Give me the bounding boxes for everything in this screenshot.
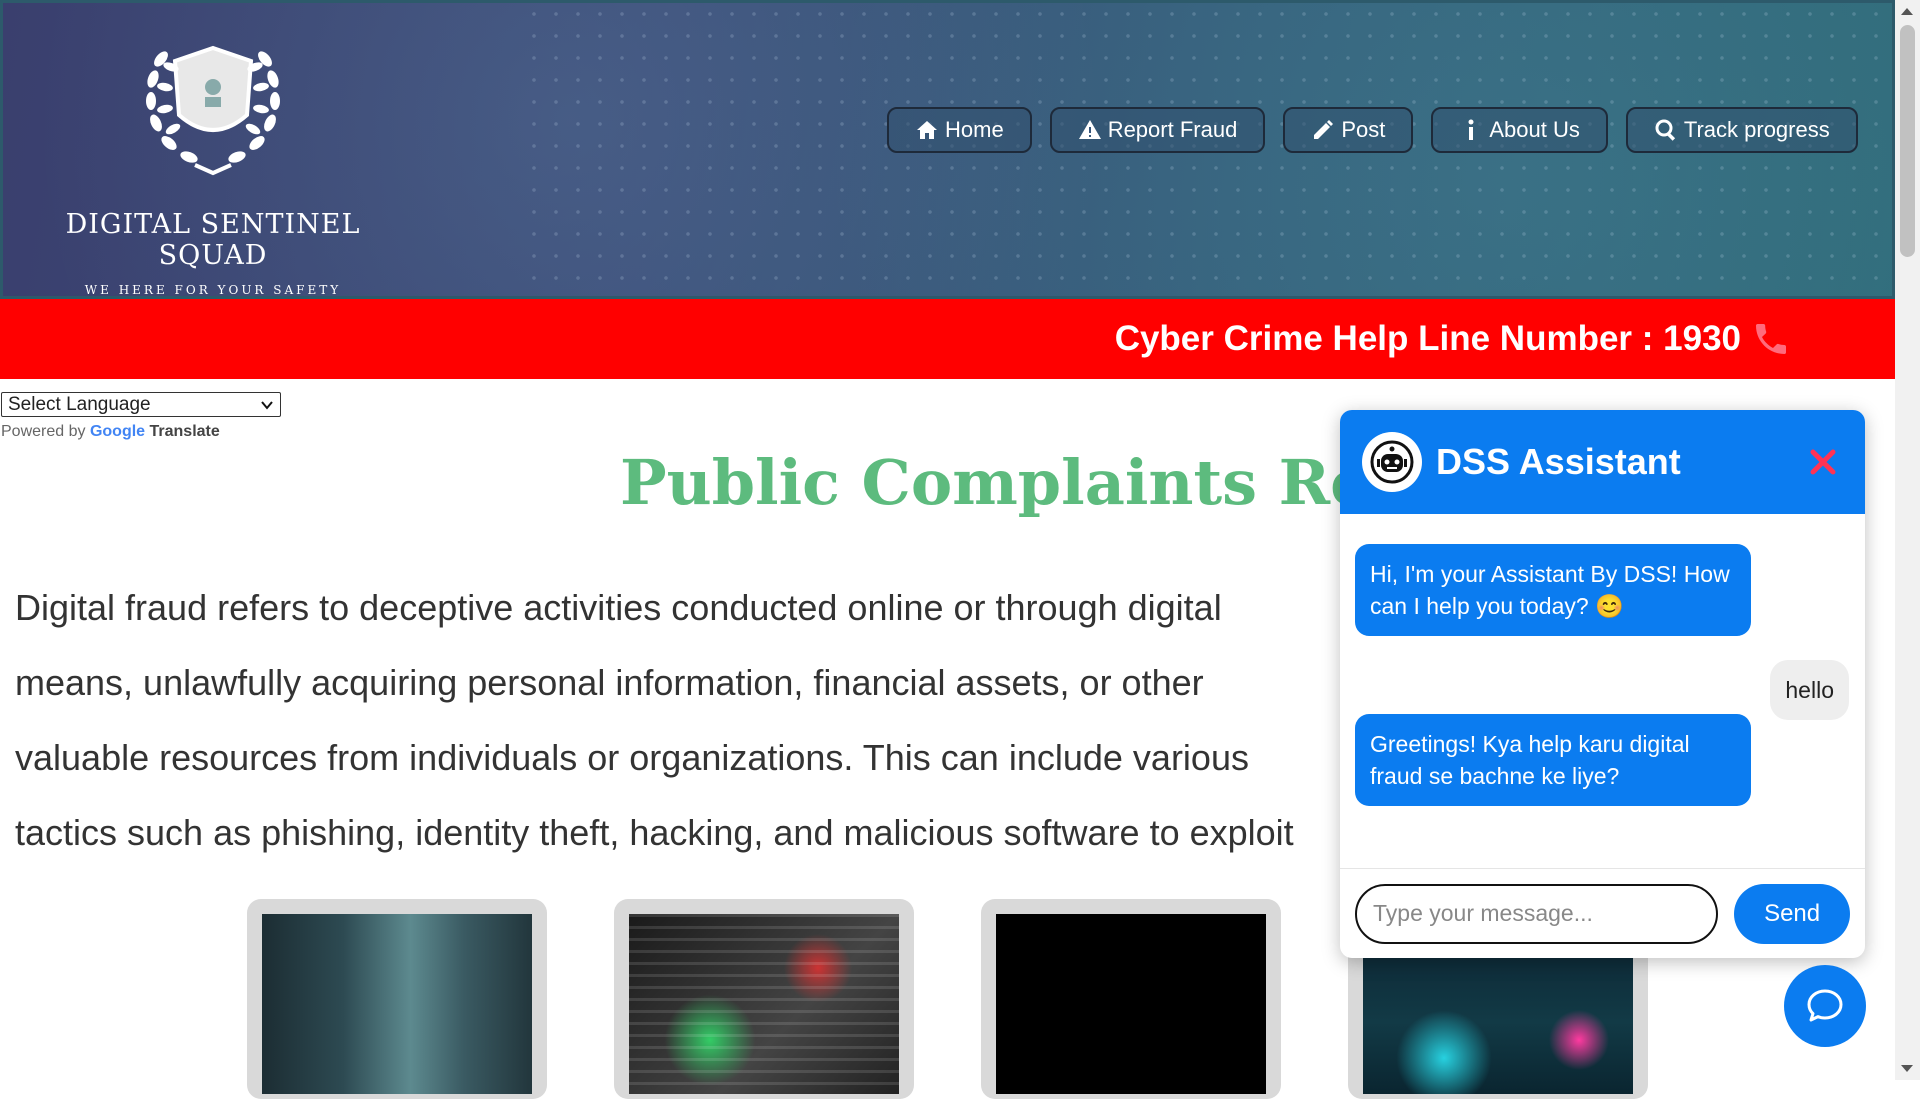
bot-message: Hi, I'm your Assistant By DSS! How can I… <box>1355 544 1751 636</box>
site-header: DIGITAL SENTINEL SQUAD WE HERE FOR YOUR … <box>0 0 1895 299</box>
brand-tagline: WE HERE FOR YOUR SAFETY <box>84 283 342 297</box>
chat-composer: Send <box>1340 868 1865 958</box>
nav-track-progress-button[interactable]: Track progress <box>1625 107 1858 153</box>
scroll-up-icon[interactable] <box>1901 8 1913 15</box>
warning-icon <box>1078 120 1101 139</box>
chat-messages: Hi, I'm your Assistant By DSS! How can I… <box>1340 514 1865 868</box>
translate-text: Translate <box>149 423 220 440</box>
powered-by-text: Powered by <box>1 423 86 440</box>
image-card[interactable] <box>614 899 914 1099</box>
nav-post-button[interactable]: Post <box>1283 107 1414 153</box>
main-nav: Home Report Fraud Post About Us Track pr… <box>887 107 1858 153</box>
nav-about-us-label: About Us <box>1489 117 1580 142</box>
helpline-banner: Cyber Crime Help Line Number : 1930 <box>0 299 1895 379</box>
search-icon <box>1655 119 1675 141</box>
robot-avatar-icon <box>1362 432 1422 492</box>
chat-header: DSS Assistant <box>1340 410 1865 514</box>
language-select[interactable]: Select Language <box>1 392 281 417</box>
language-select-value: Select Language <box>8 393 151 415</box>
brand-name: DIGITAL SENTINEL SQUAD <box>65 209 361 271</box>
laurel-shield-icon <box>146 45 280 176</box>
chat-message-input[interactable] <box>1355 883 1719 944</box>
card-image <box>996 914 1266 1094</box>
nav-track-progress-label: Track progress <box>1683 117 1830 142</box>
powered-by-google-translate: Powered by Google Translate <box>1 423 220 441</box>
card-image <box>262 914 532 1094</box>
nav-report-fraud-button[interactable]: Report Fraud <box>1049 107 1266 153</box>
chat-bubble-icon <box>1807 989 1843 1022</box>
image-card[interactable] <box>981 899 1281 1099</box>
home-icon <box>917 121 937 139</box>
info-icon <box>1468 119 1474 140</box>
nav-home-label: Home <box>945 117 1004 142</box>
phone-icon <box>1756 324 1786 354</box>
scroll-down-icon[interactable] <box>1901 1065 1913 1072</box>
image-card[interactable] <box>247 899 547 1099</box>
google-logo-text[interactable]: Google <box>90 423 145 440</box>
nav-post-label: Post <box>1341 117 1386 142</box>
nav-home-button[interactable]: Home <box>887 107 1032 153</box>
user-message: hello <box>1770 660 1849 720</box>
bot-message: Greetings! Kya help karu digital fraud s… <box>1355 714 1751 806</box>
chat-toggle-button[interactable] <box>1784 965 1866 1047</box>
chevron-down-icon <box>261 400 273 410</box>
intro-paragraph: Digital fraud refers to deceptive activi… <box>15 587 1294 853</box>
send-button[interactable]: Send <box>1734 883 1850 944</box>
chat-title: DSS Assistant <box>1436 441 1681 482</box>
card-image <box>629 914 899 1094</box>
pencil-icon <box>1314 120 1334 139</box>
chat-window: DSS Assistant Hi, I'm your Assistant By … <box>1340 410 1865 958</box>
page-scrollbar[interactable] <box>1895 0 1920 1080</box>
brand-logo[interactable]: DIGITAL SENTINEL SQUAD WE HERE FOR YOUR … <box>33 23 393 297</box>
nav-report-fraud-label: Report Fraud <box>1107 117 1238 142</box>
page-title: Public Complaints Re <box>620 446 1370 519</box>
close-icon[interactable] <box>1805 444 1841 480</box>
nav-about-us-button[interactable]: About Us <box>1431 107 1608 153</box>
scrollbar-thumb[interactable] <box>1900 25 1915 257</box>
helpline-text: Cyber Crime Help Line Number : 1930 <box>1114 319 1741 358</box>
